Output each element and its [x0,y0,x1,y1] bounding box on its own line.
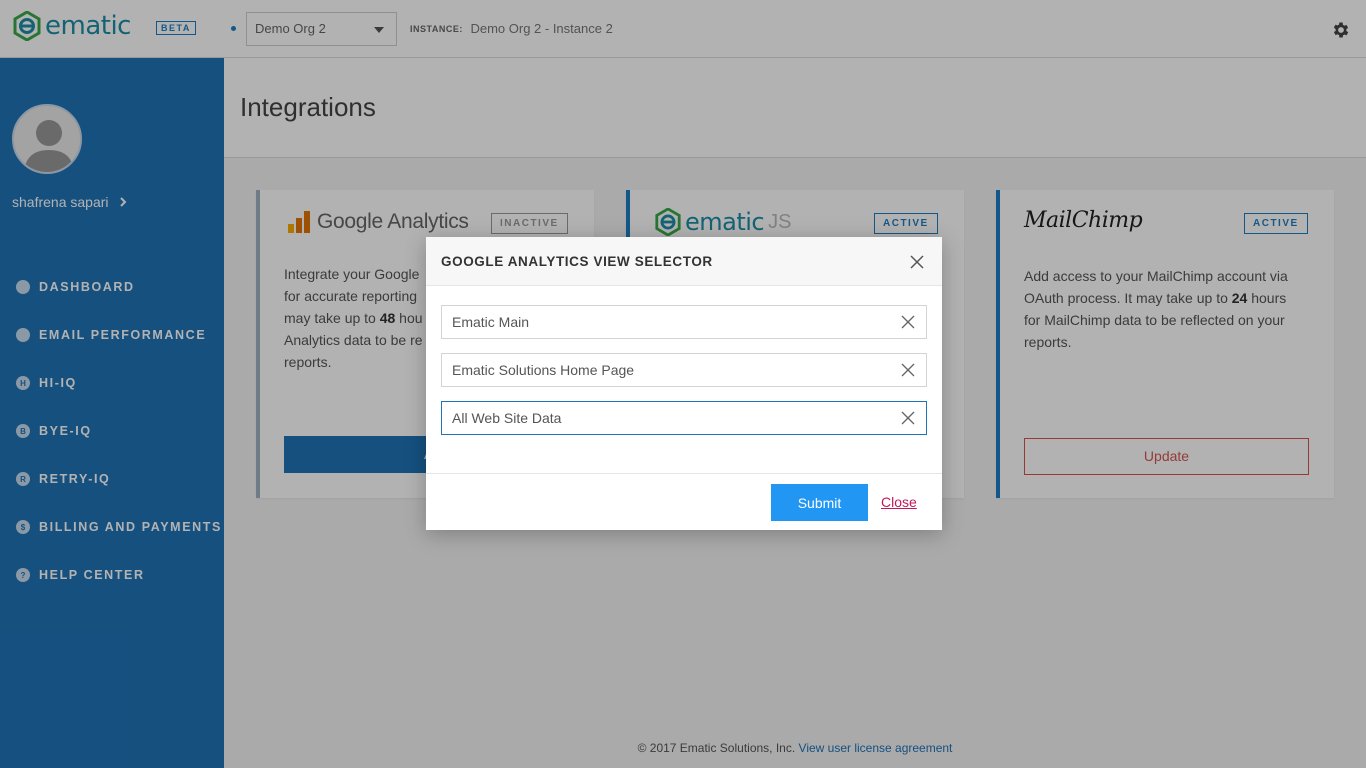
ga-view-selector-modal: GOOGLE ANALYTICS VIEW SELECTOR Submit Cl… [426,237,942,530]
submit-button[interactable]: Submit [771,484,868,521]
view-field-view [441,401,927,435]
view-field-account [441,305,927,339]
close-link[interactable]: Close [881,494,917,510]
clear-icon[interactable] [901,363,915,377]
modal-footer: Submit Close [426,473,942,530]
clear-icon[interactable] [901,411,915,425]
clear-icon[interactable] [901,315,915,329]
view-field-property [441,353,927,387]
modal-title: GOOGLE ANALYTICS VIEW SELECTOR [441,254,713,269]
close-icon[interactable] [909,254,925,270]
account-select-input[interactable] [442,306,882,338]
property-select-input[interactable] [442,354,882,386]
view-select-input[interactable] [442,402,882,434]
modal-header: GOOGLE ANALYTICS VIEW SELECTOR [426,237,942,286]
